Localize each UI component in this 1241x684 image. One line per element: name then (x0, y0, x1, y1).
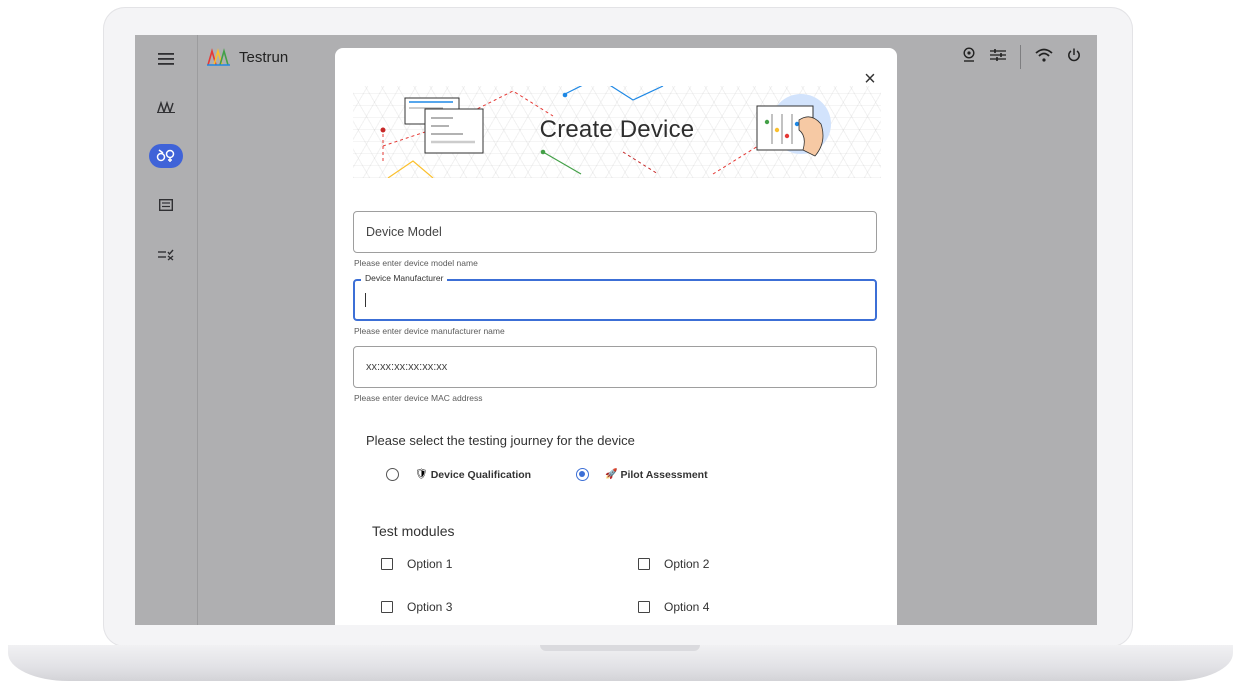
checkbox[interactable] (381, 558, 393, 570)
journey-option-label: Pilot Assessment (620, 468, 708, 481)
app-brand[interactable]: Testrun (207, 43, 288, 71)
device-manufacturer-hint: Please enter device manufacturer name (354, 326, 505, 336)
rocket-icon: 🚀 (605, 469, 618, 480)
app-title: Testrun (239, 48, 289, 66)
radio-device-qualification[interactable] (386, 468, 399, 481)
module-option-label: Option 3 (407, 600, 453, 614)
radio-pilot-assessment[interactable] (576, 468, 589, 481)
module-option[interactable]: Option 3 (381, 600, 452, 614)
journey-prompt: Please select the testing journey for th… (366, 433, 635, 448)
testrun-icon[interactable] (149, 144, 183, 168)
mac-address-hint: Please enter device MAC address (354, 393, 483, 403)
devices-icon[interactable] (149, 95, 183, 119)
topbar-actions (962, 45, 1081, 69)
module-option[interactable]: Option 2 (638, 557, 709, 571)
test-modules-title: Test modules (372, 523, 455, 539)
side-rail (135, 35, 198, 625)
text-cursor (365, 293, 366, 307)
device-manufacturer-field[interactable]: Device Manufacturer (353, 273, 877, 321)
dialog-title: Create Device (539, 116, 695, 143)
checkbox[interactable] (381, 601, 393, 613)
app-screen: Testrun × Create Device Device Model Ple… (135, 35, 1097, 625)
menu-icon[interactable] (149, 47, 183, 71)
settings-icon[interactable] (990, 48, 1006, 67)
power-icon[interactable] (1067, 48, 1081, 67)
reports-icon[interactable] (149, 193, 183, 217)
journey-option-label: Device Qualification (430, 468, 532, 481)
module-option-label: Option 2 (664, 557, 710, 571)
checkbox[interactable] (638, 601, 650, 613)
checkbox[interactable] (638, 558, 650, 570)
journey-option-device-qualification[interactable]: 🛡 Device Qualification (386, 468, 531, 481)
create-device-dialog: × Create Device Device Model Please ente… (335, 48, 897, 625)
mac-address-field[interactable]: xx:xx:xx:xx:xx:xx (353, 346, 877, 388)
shield-icon: 🛡 (415, 469, 428, 480)
risk-assessment-icon[interactable] (149, 243, 183, 267)
module-option-label: Option 1 (407, 557, 453, 571)
device-model-placeholder: Device Model (366, 225, 442, 239)
device-manufacturer-label: Device Manufacturer (361, 273, 448, 283)
device-model-field[interactable]: Device Model (353, 211, 877, 253)
mac-address-placeholder: xx:xx:xx:xx:xx:xx (366, 361, 448, 373)
module-option[interactable]: Option 1 (381, 557, 452, 571)
module-option-label: Option 4 (664, 600, 710, 614)
topbar-divider (1020, 45, 1021, 69)
laptop-notch (540, 645, 700, 651)
testrun-logo-icon (207, 48, 230, 66)
device-model-hint: Please enter device model name (354, 258, 478, 268)
wifi-icon[interactable] (1035, 48, 1053, 67)
certificate-icon[interactable] (962, 46, 976, 68)
dialog-banner: Create Device (353, 86, 881, 178)
module-option[interactable]: Option 4 (638, 600, 709, 614)
journey-option-pilot-assessment[interactable]: 🚀 Pilot Assessment (576, 468, 708, 481)
